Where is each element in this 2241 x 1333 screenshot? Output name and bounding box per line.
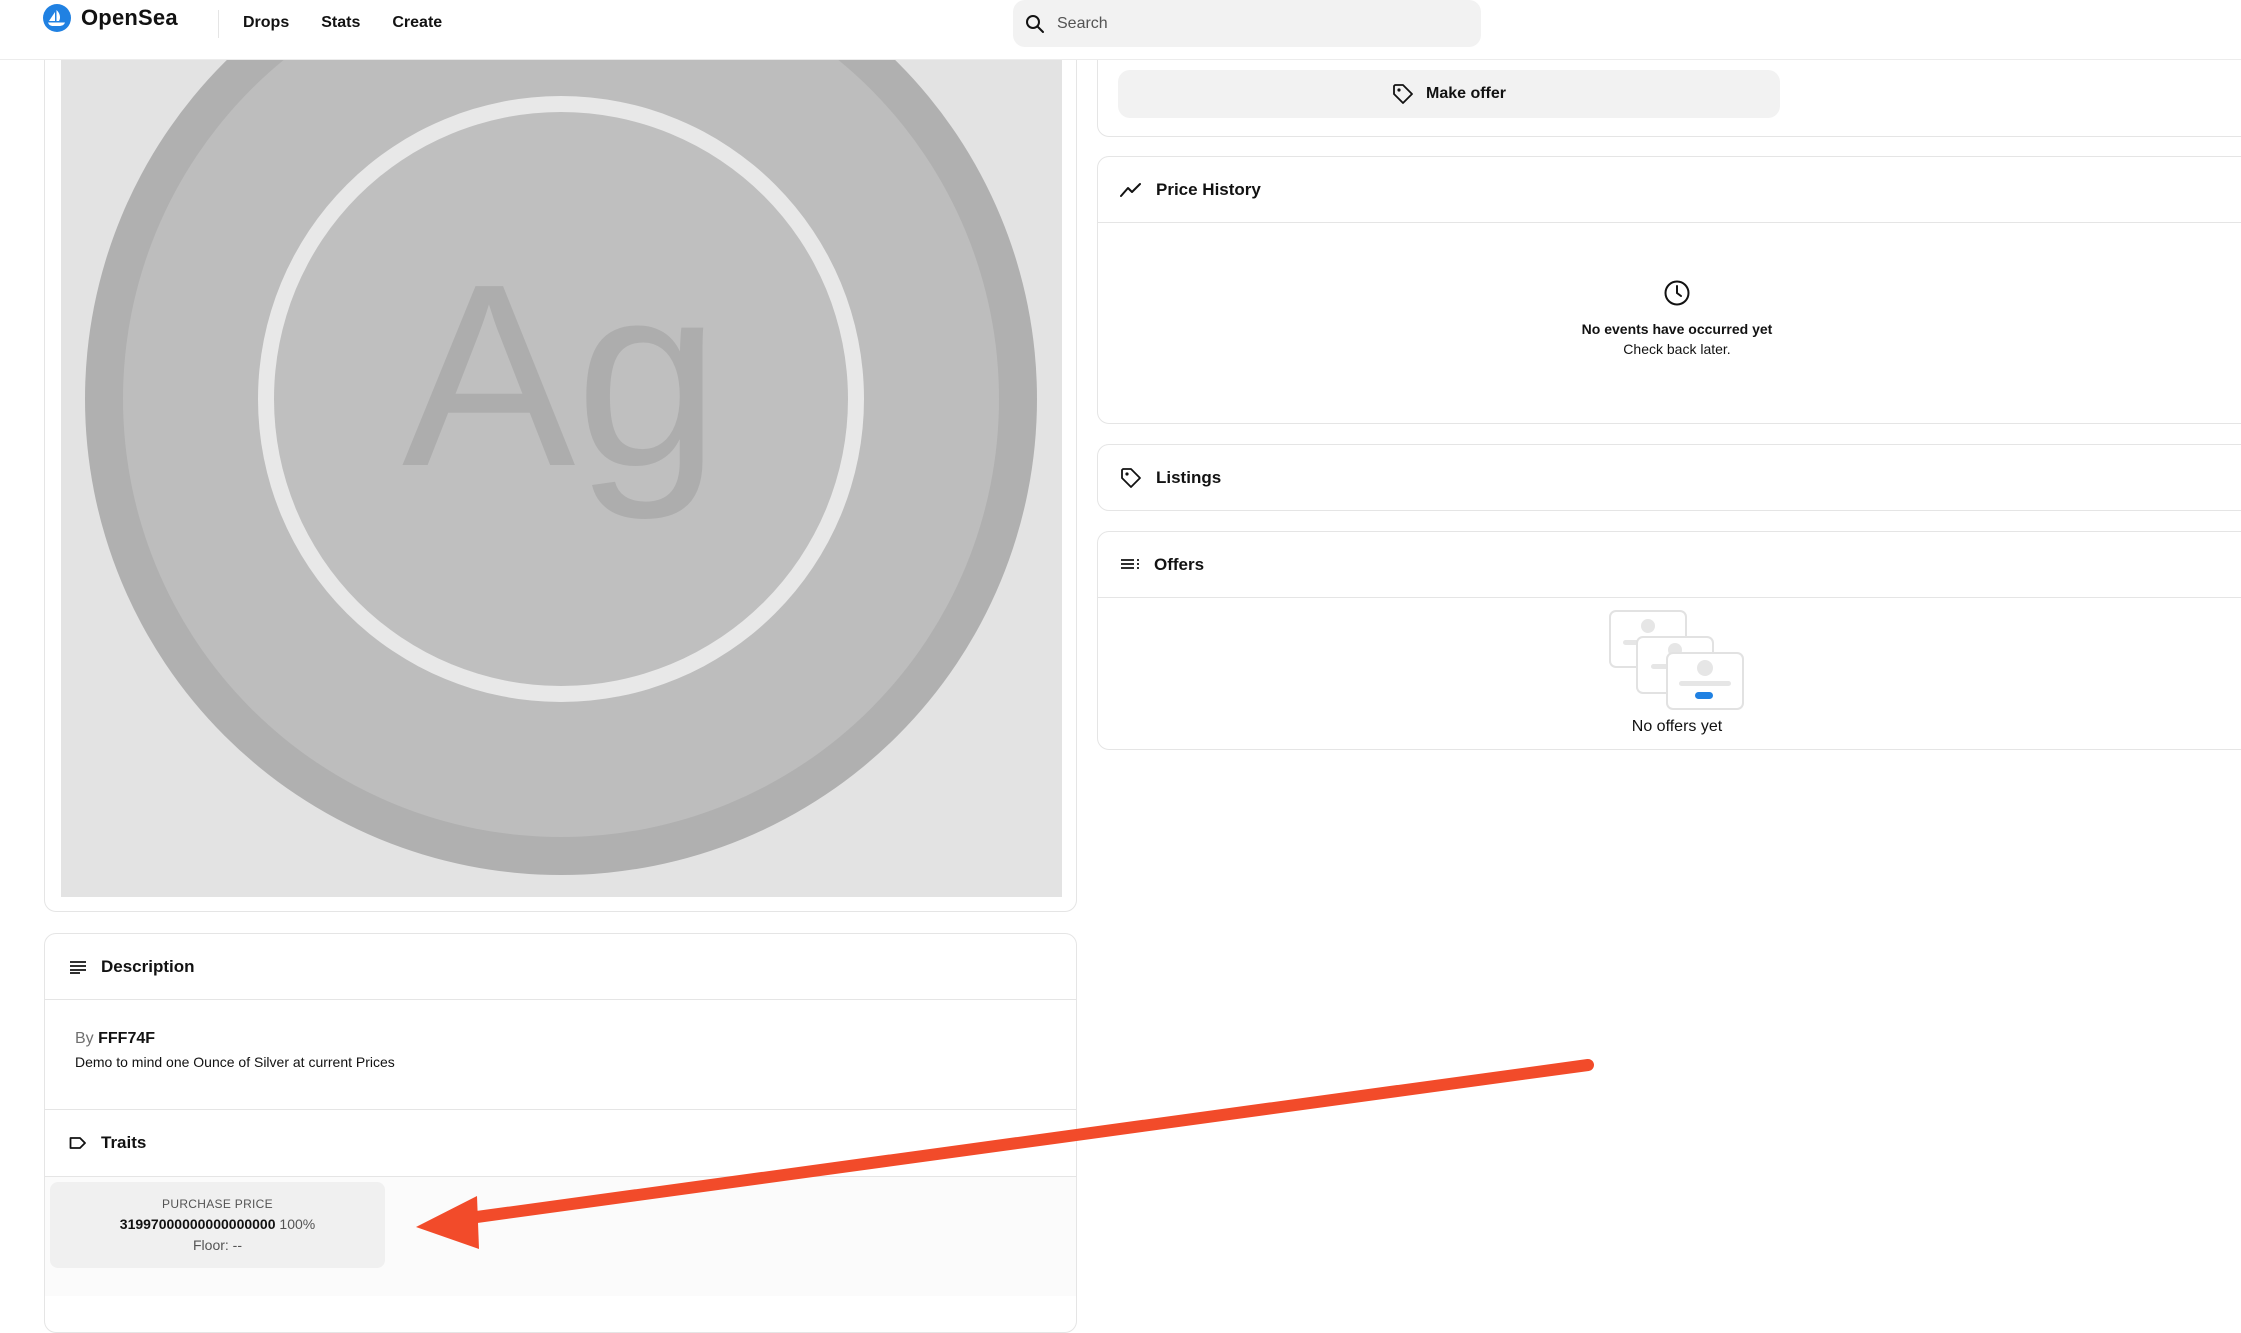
offers-panel: Offers No offers yet	[1097, 531, 2241, 750]
coin-symbol: Ag	[402, 231, 720, 522]
nav-stats[interactable]: Stats	[321, 14, 360, 32]
trait-value-line: 31997000000000000000 100%	[120, 1216, 315, 1232]
description-text: Demo to mind one Ounce of Silver at curr…	[75, 1054, 395, 1070]
price-history-header[interactable]: Price History	[1098, 157, 2241, 223]
by-prefix: By	[75, 1030, 94, 1047]
empty-events-subtitle: Check back later.	[1623, 341, 1731, 357]
make-offer-label: Make offer	[1425, 85, 1507, 102]
price-history-empty: No events have occurred yet Check back l…	[1098, 223, 2241, 357]
empty-events-title: No events have occurred yet	[1581, 321, 1773, 337]
traits-title: Traits	[101, 1133, 147, 1152]
trait-type: PURCHASE PRICE	[162, 1197, 273, 1211]
no-offers-text: No offers yet	[1631, 718, 1723, 735]
trait-rarity: 100%	[279, 1216, 316, 1232]
trait-card[interactable]: PURCHASE PRICE 31997000000000000000 100%…	[50, 1182, 385, 1268]
offers-header[interactable]: Offers	[1098, 532, 2241, 598]
list-icon	[1121, 558, 1139, 569]
description-header[interactable]: Description	[45, 934, 1076, 1000]
tag-icon	[1121, 468, 1141, 488]
description-body: By FFF74F Demo to mind one Ounce of Silv…	[45, 1000, 1076, 1110]
search-icon	[1026, 14, 1044, 33]
price-history-panel: Price History No events have occurred ye…	[1097, 156, 2241, 424]
tag-icon	[1393, 84, 1413, 104]
price-history-title: Price History	[1156, 179, 1261, 199]
clock-icon	[1664, 280, 1690, 306]
header-divider	[218, 10, 219, 38]
description-panel: Description By FFF74F Demo to mind one O…	[44, 933, 1077, 1333]
offers-empty: No offers yet	[1098, 598, 2241, 736]
offers-title: Offers	[1154, 554, 1205, 574]
nav-create[interactable]: Create	[392, 14, 442, 32]
brand-name: OpenSea	[81, 5, 178, 30]
listings-header[interactable]: Listings	[1098, 445, 2241, 510]
description-lines-icon	[70, 960, 86, 974]
make-offer-button[interactable]: Make offer	[1118, 70, 1780, 118]
search-input[interactable]	[1055, 13, 1455, 34]
main-nav: Drops Stats Create	[243, 14, 442, 32]
creator-link[interactable]: FFF74F	[98, 1030, 155, 1047]
silver-coin-image: Ag	[85, 0, 1037, 875]
nft-media-card: Ag	[44, 0, 1077, 912]
description-title: Description	[101, 956, 195, 976]
top-navigation-bar: OpenSea Drops Stats Create	[0, 0, 2241, 60]
no-offers-illustration-icon	[1609, 610, 1744, 710]
trait-value: 31997000000000000000	[119, 1216, 276, 1232]
traits-header[interactable]: Traits	[45, 1110, 1076, 1176]
creator-line: By FFF74F	[75, 1030, 1046, 1048]
nav-drops[interactable]: Drops	[243, 14, 289, 32]
traits-list: PURCHASE PRICE 31997000000000000000 100%…	[45, 1176, 1076, 1296]
trait-floor: Floor: --	[193, 1237, 242, 1253]
search-bar[interactable]	[1013, 0, 1481, 47]
opensea-logo[interactable]: OpenSea	[43, 4, 178, 32]
listings-panel: Listings	[1097, 444, 2241, 511]
tag-icon	[69, 1137, 86, 1149]
opensea-logo-icon	[43, 4, 71, 32]
trending-line-icon	[1120, 182, 1141, 197]
listings-title: Listings	[1156, 468, 1222, 487]
nft-image[interactable]: Ag	[61, 0, 1062, 897]
